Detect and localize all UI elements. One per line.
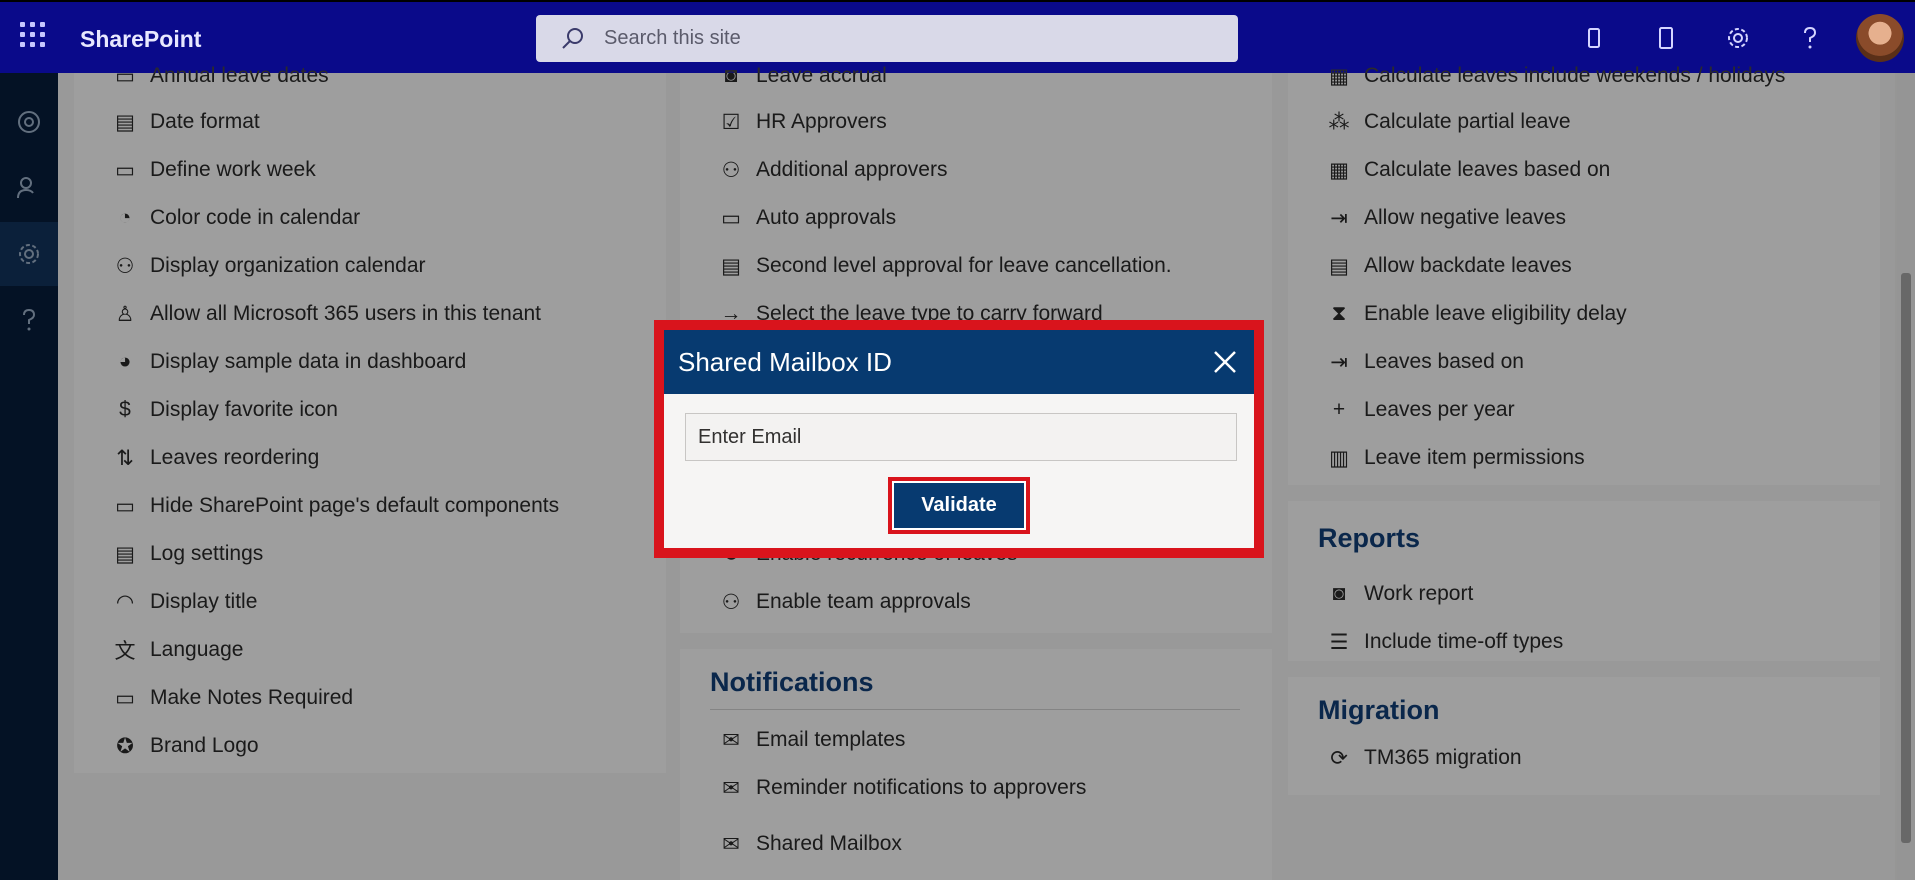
avatar[interactable]	[1856, 14, 1904, 62]
tablet-icon[interactable]	[1652, 24, 1680, 52]
search-box[interactable]: Search this site	[536, 15, 1238, 62]
email-field[interactable]	[685, 413, 1237, 461]
waffle-icon[interactable]	[20, 22, 46, 48]
app-brand[interactable]: SharePoint	[80, 26, 201, 53]
dialog-highlight: Shared Mailbox ID Validate	[654, 320, 1264, 558]
validate-highlight: Validate	[888, 477, 1030, 534]
dialog-title: Shared Mailbox ID	[678, 346, 892, 377]
search-icon	[562, 27, 583, 49]
help-icon[interactable]	[1796, 24, 1824, 52]
dialog-header: Shared Mailbox ID	[664, 330, 1254, 394]
search-placeholder: Search this site	[604, 27, 741, 49]
shared-mailbox-dialog: Shared Mailbox ID Validate	[664, 330, 1254, 548]
validate-button[interactable]: Validate	[892, 481, 1026, 530]
settings-icon[interactable]	[1724, 24, 1752, 52]
close-icon[interactable]	[1210, 347, 1240, 377]
phone-icon[interactable]	[1580, 24, 1608, 52]
